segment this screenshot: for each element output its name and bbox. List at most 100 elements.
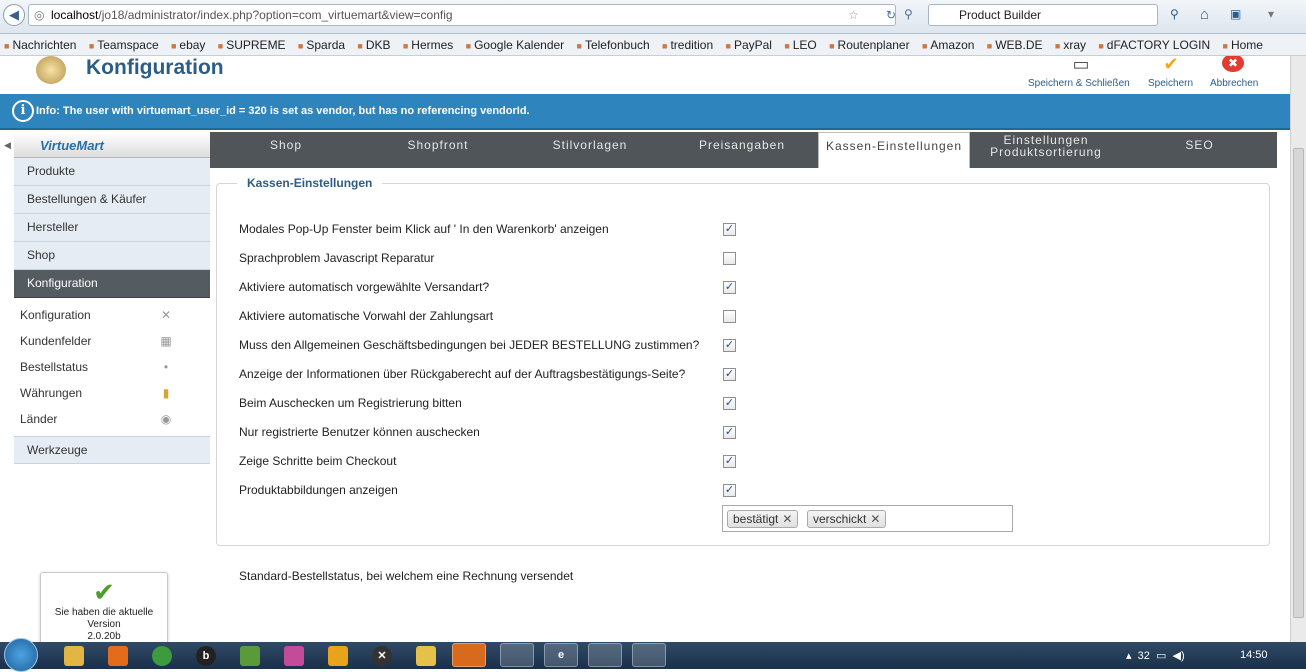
reload-icon[interactable]: ↻: [886, 8, 896, 22]
status-chip[interactable]: bestätigt ✕: [727, 510, 799, 528]
setting-checkbox[interactable]: ✓: [723, 339, 736, 352]
bookmark[interactable]: LEO: [784, 38, 816, 52]
submenu-konfiguration[interactable]: Konfiguration ✕: [20, 308, 190, 328]
page-content: Konfiguration ▭ Speichern & Schließen ✔ …: [0, 56, 1290, 642]
setting-checkbox[interactable]: ✓: [723, 223, 736, 236]
explorer-icon[interactable]: [64, 646, 84, 666]
bookmark[interactable]: Routenplaner: [829, 38, 910, 52]
setting-checkbox[interactable]: [723, 310, 736, 323]
setting-checkbox[interactable]: ✓: [723, 426, 736, 439]
submenu-bestellstatus[interactable]: Bestellstatus •: [20, 360, 190, 380]
bookmark[interactable]: WEB.DE: [987, 38, 1043, 52]
logo-text: VirtueMart: [40, 138, 104, 153]
search-value: Product Builder: [959, 8, 1042, 22]
sidebar-item-konfiguration[interactable]: Konfiguration: [14, 270, 210, 298]
back-icon[interactable]: ◀: [3, 4, 25, 26]
cancel-icon: ✖: [1222, 56, 1244, 72]
app-window-icon[interactable]: [500, 643, 534, 667]
bookmark[interactable]: xray: [1055, 38, 1086, 52]
tray-value: 32: [1137, 650, 1150, 662]
menu-icon[interactable]: ▾: [1268, 7, 1274, 21]
chrome-icon[interactable]: [152, 646, 172, 666]
info-icon: i: [12, 100, 34, 122]
url-path: /jo18/administrator/index.php?option=com…: [98, 8, 453, 22]
home-icon[interactable]: ⌂: [1200, 6, 1209, 23]
scroll-thumb[interactable]: [1293, 148, 1304, 618]
app-icon[interactable]: [416, 646, 436, 666]
bookmark[interactable]: Sparda: [298, 38, 345, 52]
tab-stilvorlagen[interactable]: Stilvorlagen: [514, 132, 666, 168]
bookmark[interactable]: Telefonbuch: [577, 38, 650, 52]
submenu-kundenfelder[interactable]: Kundenfelder ▦: [20, 334, 190, 354]
setting-label: Anzeige der Informationen über Rückgaber…: [239, 367, 686, 381]
sidebar-item-hersteller[interactable]: Hersteller: [14, 214, 210, 242]
app-icon[interactable]: [240, 646, 260, 666]
sidebar: ◀ VirtueMart Produkte Bestellungen & Käu…: [0, 132, 210, 642]
browser-search-input[interactable]: Product Builder: [928, 4, 1158, 26]
bookmark[interactable]: Home: [1223, 38, 1263, 52]
start-button-icon[interactable]: [4, 638, 38, 672]
sidebar-item-shop[interactable]: Shop: [14, 242, 210, 270]
app-icon[interactable]: ✕: [372, 646, 392, 666]
magnifier-icon[interactable]: ⚲: [904, 7, 913, 21]
bookmark[interactable]: PayPal: [726, 38, 772, 52]
submenu-waehrungen[interactable]: Währungen ▮: [20, 386, 190, 406]
bookmark[interactable]: Google Kalender: [466, 38, 565, 52]
tab-shop[interactable]: Shop: [210, 132, 362, 168]
sidebar-item-werkzeuge[interactable]: Werkzeuge: [14, 436, 210, 464]
remove-icon[interactable]: ✕: [870, 512, 880, 526]
setting-checkbox[interactable]: ✓: [723, 397, 736, 410]
order-status-multiselect[interactable]: bestätigt ✕ verschickt ✕: [722, 505, 1013, 532]
tab-seo[interactable]: SEO: [1122, 132, 1277, 168]
media-icon[interactable]: [108, 646, 128, 666]
bookmark[interactable]: dFACTORY LOGIN: [1098, 38, 1210, 52]
collapse-icon[interactable]: ◀: [4, 140, 11, 151]
bookmark[interactable]: tredition: [662, 38, 713, 52]
setting-label: Sprachproblem Javascript Reparatur: [239, 251, 435, 265]
bookmark[interactable]: ebay: [171, 38, 205, 52]
firefox-window-icon[interactable]: [452, 643, 486, 667]
setting-checkbox[interactable]: [723, 252, 736, 265]
windows-taskbar: b ✕ e ▴ 32 ▭ ◀) 14:50: [0, 638, 1306, 672]
address-bar[interactable]: ◎ localhost/jo18/administrator/index.php…: [28, 4, 896, 26]
tab-preisangaben[interactable]: Preisangaben: [666, 132, 818, 168]
ie-window-icon[interactable]: e: [544, 643, 578, 667]
setting-checkbox[interactable]: ✓: [723, 484, 736, 497]
system-tray[interactable]: ▴ 32 ▭ ◀): [1126, 649, 1185, 662]
bookmark[interactable]: Amazon: [922, 38, 974, 52]
page-title: Konfiguration: [86, 56, 224, 79]
tab-produktsortierung[interactable]: Einstellungen Produktsortierung: [970, 132, 1122, 168]
app-icon[interactable]: b: [196, 646, 216, 666]
status-chip[interactable]: verschickt ✕: [807, 510, 887, 528]
bookmark[interactable]: DKB: [357, 38, 390, 52]
setting-checkbox[interactable]: ✓: [723, 368, 736, 381]
paint-icon[interactable]: [284, 646, 304, 666]
sidebar-item-produkte[interactable]: Produkte: [14, 158, 210, 186]
addon-icon[interactable]: ▣: [1230, 7, 1241, 21]
tab-shopfront[interactable]: Shopfront: [362, 132, 514, 168]
remove-icon[interactable]: ✕: [782, 512, 792, 526]
globe-icon: ◎: [34, 8, 45, 22]
browser-toolbar: ◀ ◎ localhost/jo18/administrator/index.p…: [0, 0, 1306, 34]
setting-label: Aktiviere automatisch vorgewählte Versan…: [239, 280, 490, 294]
tab-kassen-einstellungen[interactable]: Kassen-Einstellungen: [818, 132, 970, 168]
bookmark[interactable]: Hermes: [403, 38, 453, 52]
setting-checkbox[interactable]: ✓: [723, 455, 736, 468]
status-label: Standard-Bestellstatus, bei welchem eine…: [239, 569, 574, 583]
app-window-icon[interactable]: [588, 643, 622, 667]
bookmark[interactable]: Nachrichten: [4, 38, 76, 52]
submenu-laender[interactable]: Länder ◉: [20, 412, 190, 432]
bookmark[interactable]: SUPREME: [218, 38, 286, 52]
star-icon[interactable]: ☆: [848, 8, 859, 22]
page-scrollbar[interactable]: [1290, 56, 1306, 642]
sidebar-item-bestellungen[interactable]: Bestellungen & Käufer: [14, 186, 210, 214]
submenu-label: Währungen: [20, 386, 83, 400]
version-number: 2.0.20b: [87, 631, 121, 642]
setting-checkbox[interactable]: ✓: [723, 281, 736, 294]
app-icon[interactable]: [328, 646, 348, 666]
bookmark[interactable]: Teamspace: [89, 38, 159, 52]
gimp-window-icon[interactable]: [632, 643, 666, 667]
page-header: Konfiguration ▭ Speichern & Schließen ✔ …: [0, 56, 1290, 94]
checkmark-icon: ✔: [93, 577, 115, 607]
search-go-icon[interactable]: ⚲: [1170, 7, 1179, 21]
